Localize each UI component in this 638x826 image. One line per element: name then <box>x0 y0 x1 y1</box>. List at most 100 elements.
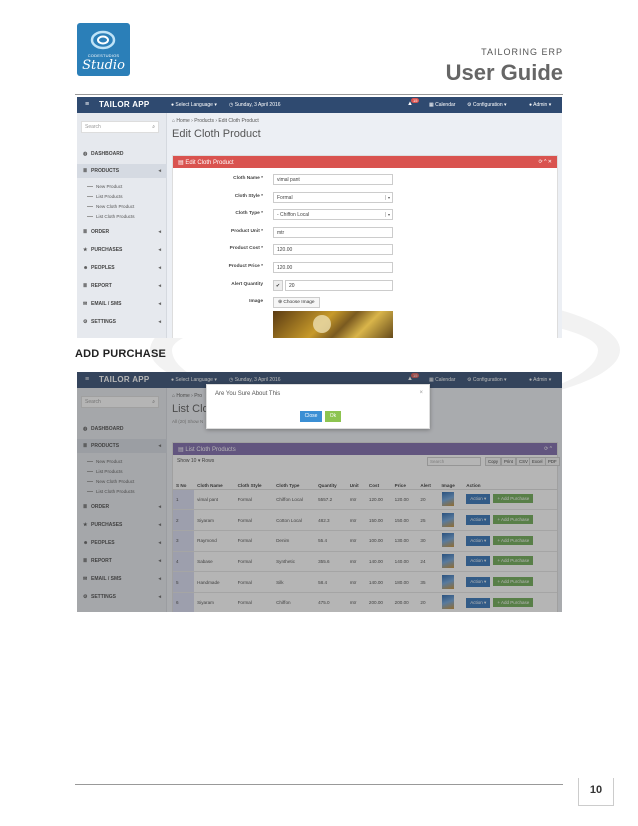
ok-button[interactable]: Ok <box>325 411 341 422</box>
page-title: Edit Cloth Product <box>172 128 261 140</box>
breadcrumb-current: Edit Cloth Product <box>218 118 259 124</box>
form-row-alert-quantity: Alert Quantity ✔ 20 <box>173 280 493 292</box>
chevron-icon: ◂ <box>158 283 161 289</box>
form-row-cloth-type: Cloth Type * - Chiffon Local ▾ <box>173 209 493 221</box>
logo-studio-text: Studio <box>82 58 125 73</box>
form-row-product-cost: Product Cost * 120.00 <box>173 244 493 256</box>
sidebar-item-peoples[interactable]: ☻ PEOPLES ◂ <box>77 261 167 275</box>
footer-divider <box>75 784 563 785</box>
list-icon: ≣ <box>83 283 88 289</box>
close-button[interactable]: Close <box>300 411 322 422</box>
date-display: ◷ Sunday, 3 April 2016 <box>229 102 281 108</box>
chevron-icon: ◂ <box>158 265 161 271</box>
screenshot-list-cloth-products: ≡ TAILOR APP ● Select Language ▾ ◷ Sunda… <box>77 372 562 612</box>
panel-controls[interactable]: ⟳ ^ ✕ <box>538 159 552 165</box>
form-row-image: Image ⊕ Choose Image <box>173 297 493 309</box>
sidebar-item-report[interactable]: ≣ REPORT ◂ <box>77 279 167 293</box>
chevron-down-icon: ◂ <box>158 168 161 174</box>
chevron-down-icon: ▾ <box>384 195 390 200</box>
list-icon: ≣ <box>83 168 88 174</box>
admin-label: Admin <box>533 102 548 108</box>
upload-icon: ⊕ <box>278 300 283 305</box>
page-number: 10 <box>578 778 614 806</box>
breadcrumb: ⌂ Home › Products › Edit Cloth Product <box>172 118 259 124</box>
sidebar-search-input[interactable]: Search ⌕ <box>81 121 159 133</box>
notification-badge: 15 <box>411 98 420 103</box>
alert-checkbox[interactable]: ✔ <box>273 280 283 291</box>
edit-cloth-panel: ▤ Edit Cloth Product ⟳ ^ ✕ Cloth Name * vi… <box>172 155 558 338</box>
cloth-style-label: Cloth Style * <box>234 194 263 199</box>
product-cost-input[interactable]: 120.00 <box>273 244 393 255</box>
app-topbar: ≡ TAILOR APP ● Select Language ▾ ◷ Sunda… <box>77 97 562 113</box>
chevron-icon: ◂ <box>158 247 161 253</box>
language-label: Select Language <box>175 102 213 108</box>
guide-page: CODESTUDIOS Studio TAILORING ERP User Gu… <box>0 0 638 826</box>
product-price-label: Product Price * <box>228 264 263 269</box>
configuration-label: Configuration <box>472 102 503 108</box>
panel-title: Edit Cloth Product <box>185 160 234 166</box>
sidebar-subitem-list-cloth-products[interactable]: List Cloth Products <box>87 214 135 219</box>
sidebar: Search ⌕ ◍ DASHBOARD ≣ PRODUCTS ◂ New Produc… <box>77 113 167 338</box>
sidebar-item-products[interactable]: ≣ PRODUCTS ◂ <box>77 164 167 178</box>
sidebar-item-dashboard[interactable]: ◍ DASHBOARD <box>77 147 167 161</box>
product-cost-label: Product Cost * <box>229 246 263 251</box>
sidebar-subitem-new-cloth-product[interactable]: New Cloth Product <box>87 204 134 209</box>
app-brand[interactable]: TAILOR APP <box>99 100 150 109</box>
cloth-style-select[interactable]: Formal ▾ <box>273 192 393 203</box>
search-icon[interactable]: ⌕ <box>152 124 155 130</box>
image-preview-row <box>173 311 493 338</box>
list-icon: ≣ <box>83 229 88 235</box>
cloth-type-select[interactable]: - Chiffon Local ▾ <box>273 209 393 220</box>
product-unit-input[interactable]: mtr <box>273 227 393 238</box>
main-content: ⌂ Home › Products › Edit Cloth Product E… <box>168 113 562 338</box>
sidebar-item-label: SETTINGS <box>91 319 117 325</box>
breadcrumb-home[interactable]: Home <box>176 118 189 124</box>
sidebar-item-label: PEOPLES <box>91 265 115 271</box>
alert-quantity-input[interactable]: 20 <box>285 280 393 291</box>
cloth-name-label: Cloth Name * <box>233 176 263 181</box>
header-divider <box>75 94 563 95</box>
date-label: Sunday, 3 April 2016 <box>234 102 281 108</box>
document-subtitle: TAILORING ERP <box>481 47 563 57</box>
edit-icon: ▤ <box>178 160 184 166</box>
image-label: Image <box>249 299 263 304</box>
product-image-preview <box>273 311 393 338</box>
sidebar-item-settings[interactable]: ⚙ SETTINGS ◂ <box>77 315 167 329</box>
star-icon: ★ <box>83 247 88 253</box>
form-row-product-unit: Product Unit * mtr <box>173 227 493 239</box>
choose-image-button[interactable]: ⊕ Choose Image <box>273 297 320 308</box>
close-icon[interactable]: × <box>419 390 423 396</box>
menu-icon[interactable]: ≡ <box>85 101 89 108</box>
sidebar-item-label: EMAIL / SMS <box>91 301 122 307</box>
logo-swirl-icon <box>90 30 116 50</box>
form-row-cloth-style: Cloth Style * Formal ▾ <box>173 192 493 204</box>
cogs-icon: ⚙ <box>83 319 88 325</box>
document-title: User Guide <box>445 60 563 85</box>
sidebar-item-order[interactable]: ≣ ORDER ◂ <box>77 225 167 239</box>
mail-icon: ✉ <box>83 301 88 307</box>
product-price-input[interactable]: 120.00 <box>273 262 393 273</box>
company-logo: CODESTUDIOS Studio <box>77 23 130 76</box>
dialog-title: Are You Sure About This <box>215 391 281 397</box>
language-selector[interactable]: ● Select Language ▾ <box>171 102 217 108</box>
calendar-link[interactable]: ▦ Calendar <box>429 102 455 108</box>
sidebar-item-email-sms[interactable]: ✉ EMAIL / SMS ◂ <box>77 297 167 311</box>
choose-image-label: Choose Image <box>283 300 315 305</box>
sidebar-subitem-new-product[interactable]: New Product <box>87 184 122 189</box>
sidebar-subitem-list-products[interactable]: List Products <box>87 194 123 199</box>
section-heading: ADD PURCHASE <box>75 348 167 360</box>
chevron-down-icon: ▾ <box>384 212 390 217</box>
users-icon: ☻ <box>83 265 89 271</box>
cloth-name-input[interactable]: vimal pant <box>273 174 393 185</box>
form-row-product-price: Product Price * 120.00 <box>173 262 493 274</box>
sidebar-item-label: REPORT <box>91 283 112 289</box>
breadcrumb-products[interactable]: Products <box>194 118 214 124</box>
configuration-menu[interactable]: ⚙ Configuration ▾ <box>467 102 507 108</box>
chevron-icon: ◂ <box>158 319 161 325</box>
screenshot-edit-cloth-product: ≡ TAILOR APP ● Select Language ▾ ◷ Sunda… <box>77 97 562 338</box>
cloth-style-value: Formal <box>277 195 293 201</box>
dashboard-icon: ◍ <box>83 151 88 157</box>
admin-menu[interactable]: ● Admin ▾ <box>529 102 551 108</box>
sidebar-item-purchases[interactable]: ★ PURCHASES ◂ <box>77 243 167 257</box>
chevron-icon: ◂ <box>158 229 161 235</box>
